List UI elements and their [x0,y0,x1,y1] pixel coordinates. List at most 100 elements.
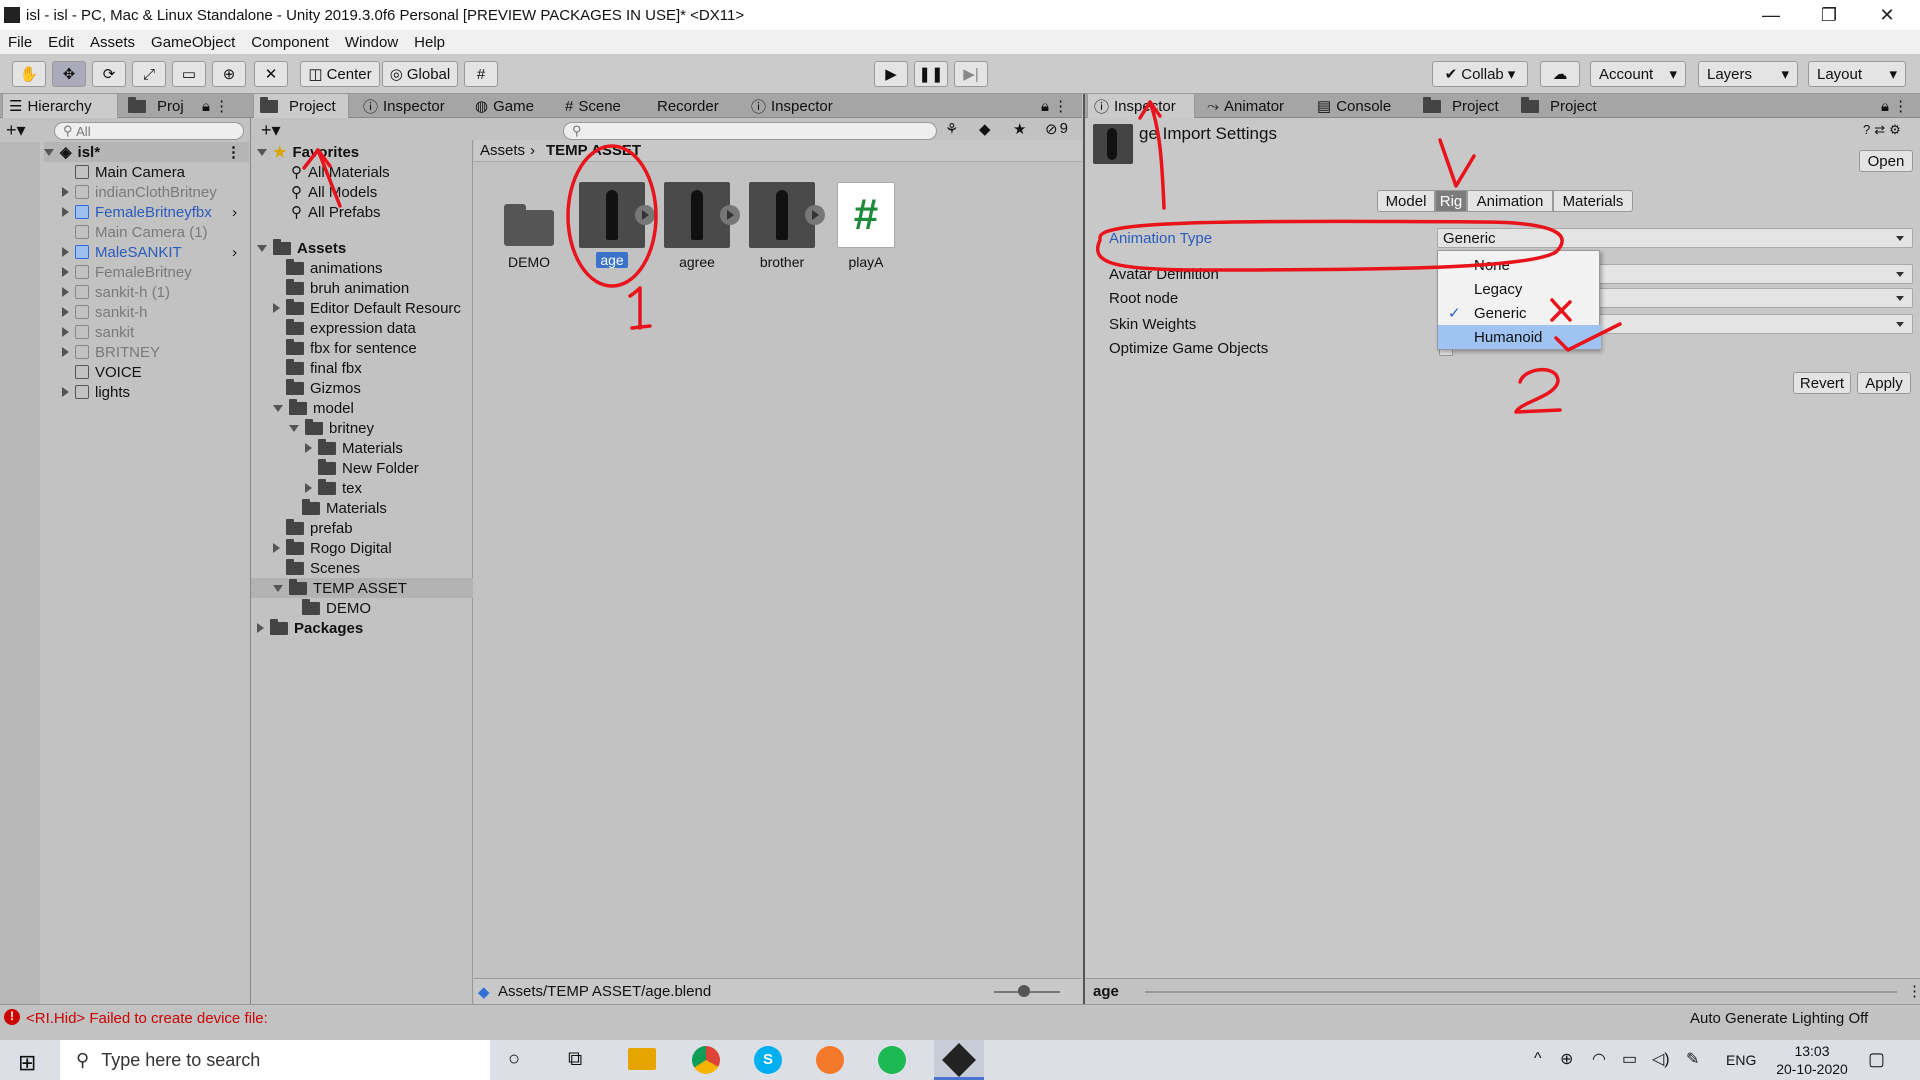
expand-icon[interactable] [273,404,283,412]
menu-assets[interactable]: Assets [82,34,143,51]
expand-icon[interactable] [62,387,69,397]
spotify-icon[interactable] [878,1046,906,1074]
hierarchy-item[interactable]: lights [62,382,130,402]
menu-window[interactable]: Window [337,34,406,51]
expand-icon[interactable] [62,187,69,197]
expand-asset-icon[interactable] [635,205,655,225]
animation-type-dropdown[interactable]: Generic [1437,228,1913,248]
breadcrumb-temp-asset[interactable]: TEMP ASSET [546,142,641,159]
tab-materials[interactable]: Materials [1553,190,1633,212]
expand-icon[interactable] [62,327,69,337]
hierarchy-item[interactable]: indianClothBritney [62,182,217,202]
wifi-icon[interactable]: ◠ [1592,1049,1606,1069]
hierarchy-item[interactable]: sankit [62,322,134,342]
hierarchy-item[interactable]: Main Camera [62,162,185,182]
task-view-icon[interactable]: ⧉ [568,1048,582,1071]
expand-icon[interactable] [257,623,264,633]
scale-tool-icon[interactable]: ⤢ [132,61,166,87]
pen-icon[interactable]: ✎ [1686,1049,1699,1069]
menu-option-legacy[interactable]: Legacy [1438,277,1601,301]
folder-tree-item[interactable]: TEMP ASSET [251,578,473,598]
asset-demo[interactable] [500,190,558,248]
layout-dropdown[interactable]: Layout ▾ [1808,61,1906,87]
favorite-item[interactable]: ⚲ All Models [291,182,377,202]
tab-model[interactable]: Model [1377,190,1435,212]
gear-icon[interactable]: ⚙ [1889,122,1901,138]
tab-inspector[interactable]: ⓘ Inspector [1087,94,1195,118]
cortana-icon[interactable]: ○ [508,1048,520,1071]
menu-help[interactable]: Help [406,34,453,51]
chevron-right-icon[interactable]: › [232,204,237,221]
search-by-type-icon[interactable]: ⚘ [945,120,958,138]
rotate-tool-icon[interactable]: ⟳ [92,61,126,87]
hidden-packages-toggle[interactable]: ⊘ 9 [1045,120,1068,138]
account-dropdown[interactable]: Account ▾ [1590,61,1686,87]
asset-age[interactable] [579,182,655,248]
hierarchy-item[interactable]: VOICE [62,362,142,382]
expand-icon[interactable] [305,443,312,453]
folder-tree-item[interactable]: Packages [251,618,473,638]
move-tool-icon[interactable]: ✥ [52,61,86,87]
hierarchy-item[interactable]: BRITNEY [62,342,160,362]
expand-icon[interactable] [62,287,69,297]
asset-agree[interactable] [664,182,740,248]
file-explorer-icon[interactable] [628,1048,656,1070]
clock-time[interactable]: 13:03 [1772,1043,1852,1059]
folder-tree-item[interactable]: model [251,398,473,418]
menu-component[interactable]: Component [243,34,337,51]
favorite-star-icon[interactable]: ★ [1013,120,1026,138]
maximize-button[interactable]: ❐ [1800,0,1858,30]
notification-icon[interactable]: ▢ [1868,1049,1885,1070]
folder-tree-item[interactable]: Materials [251,438,473,458]
tab-recorder[interactable]: Recorder [651,94,737,118]
hierarchy-item[interactable]: FemaleBritneyfbx › [62,202,237,222]
expand-icon[interactable] [62,347,69,357]
folder-tree-item[interactable]: prefab [251,518,473,538]
preview-divider[interactable] [1145,991,1897,993]
expand-icon[interactable] [257,244,267,252]
asset-playa[interactable]: # [837,182,895,248]
apply-button[interactable]: Apply [1857,372,1911,394]
help-icon[interactable]: ? [1863,122,1870,138]
folder-tree-item[interactable]: expression data [251,318,473,338]
tab-scene[interactable]: # Scene [559,94,643,118]
folder-tree-item[interactable]: Editor Default Resourc [251,298,473,318]
transform-tool-icon[interactable]: ⊕ [212,61,246,87]
project-search-input[interactable]: ⚲ [563,122,937,140]
favorites-row[interactable]: ★ Favorites [257,142,359,162]
step-button[interactable]: ▶| [954,61,988,87]
folder-tree-item[interactable]: DEMO [251,598,473,618]
folder-tree-item[interactable]: fbx for sentence [251,338,473,358]
custom-tool-icon[interactable]: ✕ [254,61,288,87]
expand-icon[interactable] [273,543,280,553]
hierarchy-item[interactable]: FemaleBritney [62,262,192,282]
breadcrumb-assets[interactable]: Assets [480,142,525,159]
layers-dropdown[interactable]: Layers ▾ [1698,61,1798,87]
scene-row[interactable]: ◈ isl* ⋮ [44,142,249,162]
hierarchy-item[interactable]: Main Camera (1) [62,222,208,242]
pivot-space-button[interactable]: ◎ Global [382,61,458,87]
folder-tree-item[interactable]: New Folder [251,458,473,478]
network-icon[interactable]: ⊕ [1560,1049,1573,1069]
tab-animation[interactable]: Animation [1467,190,1553,212]
favorite-item[interactable]: ⚲ All Prefabs [291,202,381,222]
collab-button[interactable]: ✔ Collab ▾ [1432,61,1528,87]
tab-game[interactable]: ◍ Game [469,94,553,118]
expand-icon[interactable] [62,307,69,317]
folder-tree-item[interactable]: Assets [251,238,473,258]
tab-project[interactable]: Project [253,94,349,118]
unity-taskbar-button[interactable] [934,1040,984,1080]
menu-option-humanoid[interactable]: Humanoid [1438,325,1601,349]
hand-tool-icon[interactable]: ✋ [12,61,46,87]
lock-icon[interactable]: 🔒︎ ⋮ [1035,94,1079,118]
pivot-center-button[interactable]: ◫ Center [300,61,380,87]
asset-brother[interactable] [749,182,825,248]
lock-icon[interactable]: 🔒︎ ⋮ [196,94,246,118]
expand-icon[interactable] [305,483,312,493]
preset-icon[interactable]: ⇄ [1874,122,1885,138]
menu-edit[interactable]: Edit [40,34,82,51]
cloud-icon[interactable]: ☁ [1540,61,1580,87]
folder-tree-item[interactable]: bruh animation [251,278,473,298]
blender-icon[interactable] [816,1046,844,1074]
revert-button[interactable]: Revert [1793,372,1851,394]
